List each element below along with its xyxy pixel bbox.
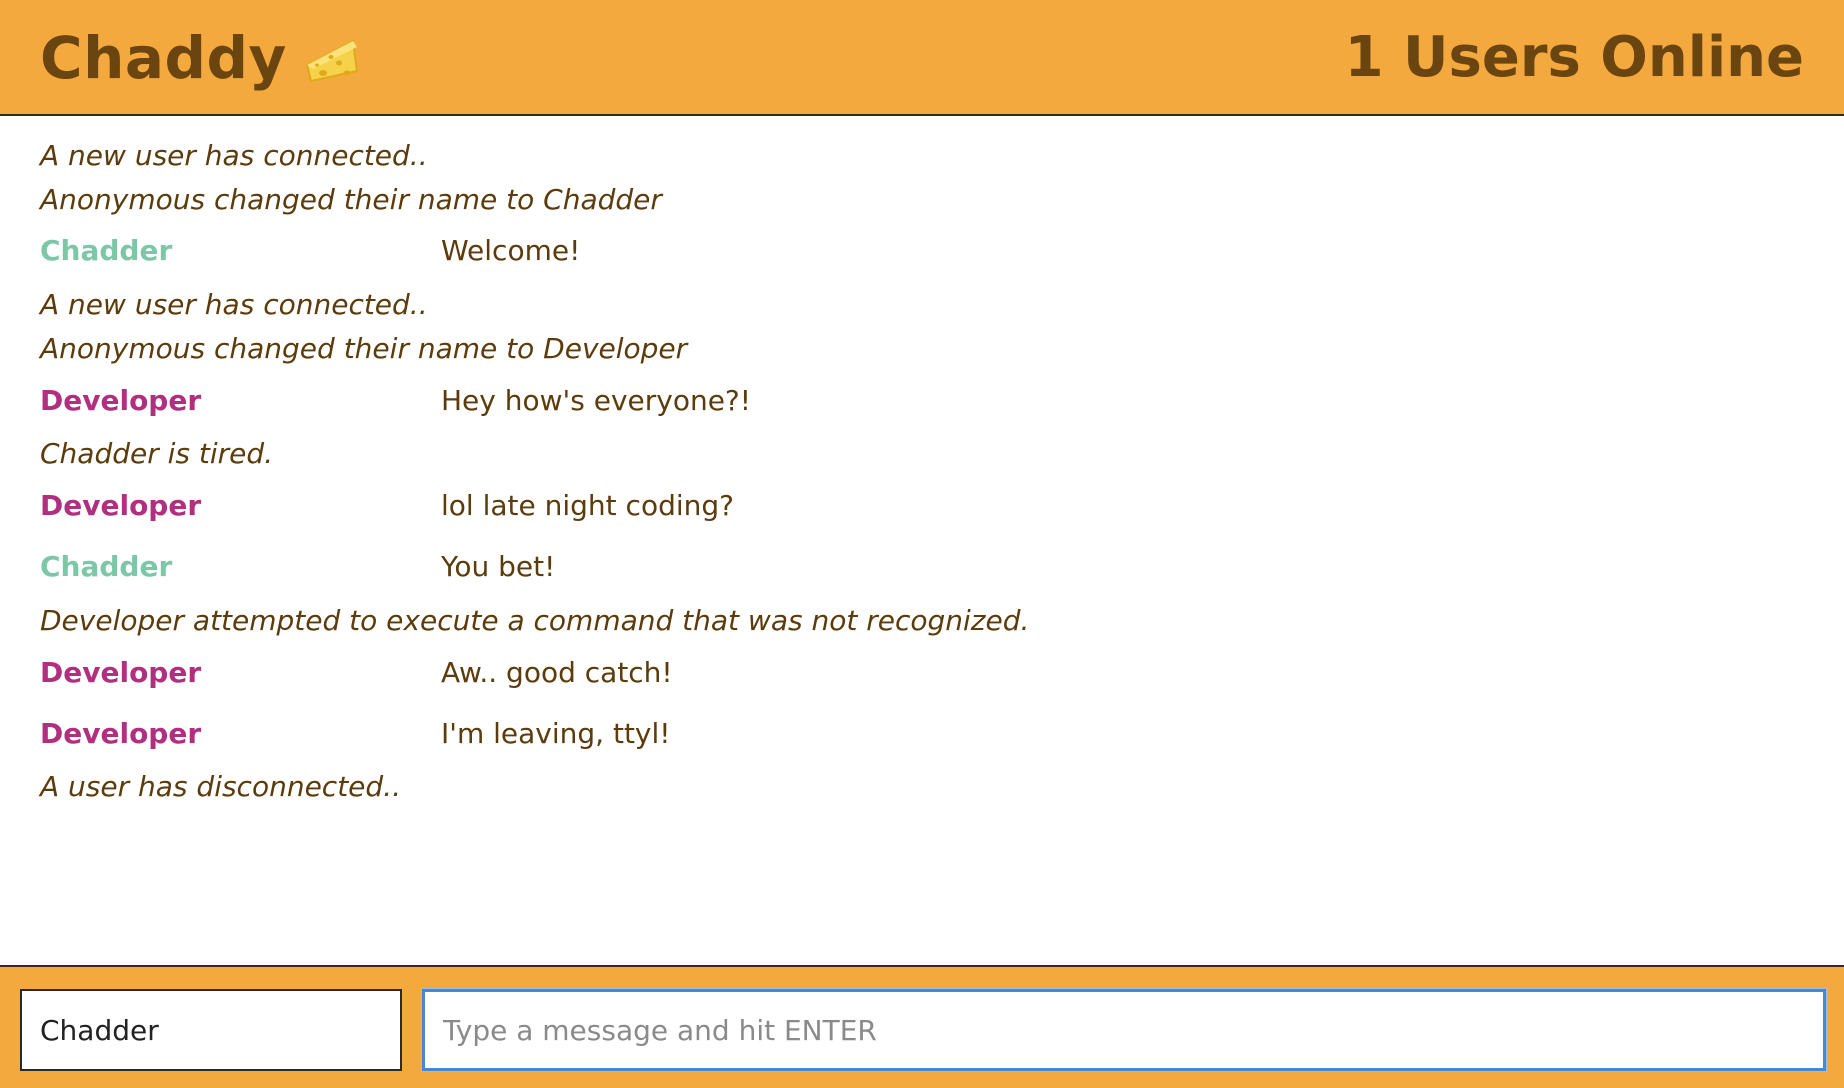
system-message: A new user has connected.. (40, 139, 428, 172)
message-username: Developer (40, 717, 202, 750)
message-input[interactable] (422, 989, 1826, 1071)
header-bar: Chaddy 1 Users Online (0, 0, 1844, 116)
message-text: Aw.. good catch! (441, 656, 673, 689)
message-username: Chadder (40, 550, 173, 583)
input-bar (0, 965, 1844, 1088)
message-list: A new user has connected.. Anonymous cha… (0, 116, 1844, 965)
message-text: I'm leaving, ttyl! (441, 717, 671, 750)
system-message: A new user has connected.. (40, 288, 428, 321)
message-text: Hey how's everyone?! (441, 384, 752, 417)
username-input[interactable] (20, 989, 402, 1071)
system-message: Developer attempted to execute a command… (40, 604, 1030, 637)
cheese-icon (303, 31, 361, 83)
users-online-count: 1 Users Online (1344, 25, 1804, 90)
message-username: Chadder (40, 234, 173, 267)
message-username: Developer (40, 656, 202, 689)
message-text: Welcome! (441, 234, 581, 267)
message-username: Developer (40, 384, 202, 417)
system-message: A user has disconnected.. (40, 770, 401, 803)
message-username: Developer (40, 489, 202, 522)
app-title: Chaddy (40, 24, 287, 92)
chat-app: Chaddy 1 Users Online A new user has con… (0, 0, 1844, 1088)
system-message: Anonymous changed their name to Develope… (40, 332, 688, 365)
message-text: You bet! (441, 550, 556, 583)
system-message: Chadder is tired. (40, 437, 274, 470)
brand: Chaddy (40, 22, 361, 94)
message-text: lol late night coding? (441, 489, 735, 522)
system-message: Anonymous changed their name to Chadder (40, 183, 662, 216)
